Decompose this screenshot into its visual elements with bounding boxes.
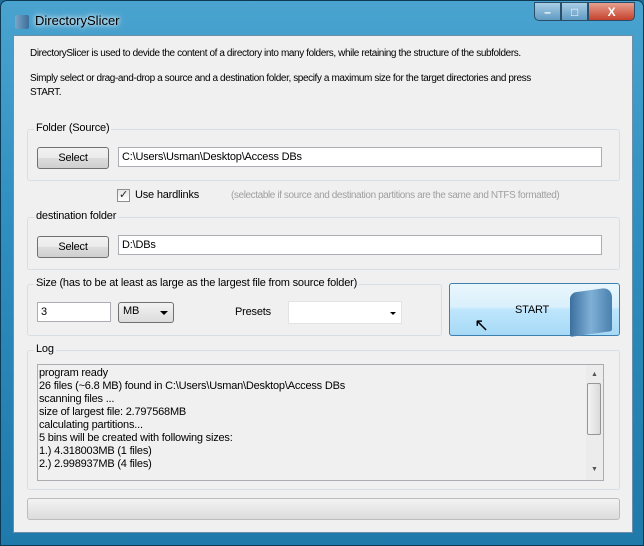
destination-group-label: destination folder: [34, 210, 119, 222]
presets-select[interactable]: [288, 301, 402, 324]
source-path-input[interactable]: C:\Users\Usman\Desktop\Access DBs: [118, 147, 602, 167]
description-line-1: DirectorySlicer is used to devide the co…: [30, 48, 521, 59]
description-line-2: Simply select or drag-and-drop a source …: [30, 73, 531, 84]
client-area: DirectorySlicer is used to devide the co…: [13, 35, 633, 533]
scroll-down-icon[interactable]: ▼: [591, 466, 598, 473]
chevron-down-icon: [390, 312, 396, 315]
destination-group: destination folder Select D:\DBs: [27, 210, 620, 270]
start-label: START: [515, 304, 550, 316]
log-line: scanning files ...: [39, 393, 115, 405]
mouse-cursor-icon: ↖: [474, 315, 489, 335]
log-line: calculating partitions...: [39, 419, 143, 431]
log-line: 26 files (~6.8 MB) found in C:\Users\Usm…: [39, 380, 345, 392]
description-line-3: START.: [30, 87, 62, 98]
unit-select[interactable]: MB: [118, 302, 174, 323]
size-group-label: Size (has to be at least as large as the…: [34, 277, 360, 289]
unit-value: MB: [123, 305, 140, 317]
hardlinks-note: (selectable if source and destination pa…: [231, 190, 560, 201]
minimize-button[interactable]: –: [534, 2, 561, 21]
start-button[interactable]: START ↖: [449, 283, 620, 337]
destination-path-input[interactable]: D:\DBs: [118, 235, 602, 255]
app-icon: [15, 15, 29, 29]
presets-label: Presets: [235, 306, 271, 318]
log-line: size of largest file: 2.797568MB: [39, 406, 187, 418]
hardlinks-label: Use hardlinks: [135, 189, 200, 201]
log-group: Log program ready 26 files (~6.8 MB) fou…: [27, 343, 620, 490]
source-group-label: Folder (Source): [34, 122, 112, 134]
log-line: 5 bins will be created with following si…: [39, 432, 233, 444]
maximize-button[interactable]: □: [561, 2, 588, 21]
close-button[interactable]: X: [588, 2, 635, 21]
log-line: program ready: [39, 367, 108, 379]
scrollbar-thumb[interactable]: [587, 383, 601, 435]
scroll-up-icon[interactable]: ▲: [591, 371, 598, 378]
log-line: 2.) 2.998937MB (4 files): [39, 458, 152, 470]
size-group: Size (has to be at least as large as the…: [27, 277, 442, 336]
progress-bar: [27, 498, 620, 520]
source-select-button[interactable]: Select: [37, 147, 109, 169]
log-lines: program ready 26 files (~6.8 MB) found i…: [38, 365, 583, 471]
destination-select-button[interactable]: Select: [37, 236, 109, 258]
size-input[interactable]: 3: [37, 302, 111, 322]
source-group: Folder (Source) Select C:\Users\Usman\De…: [27, 122, 620, 181]
app-window: DirectorySlicer – □ X DirectorySlicer is…: [0, 0, 644, 546]
window-title: DirectorySlicer: [35, 13, 120, 28]
folder-icon: [570, 287, 612, 337]
log-line: 1.) 4.318003MB (1 files): [39, 445, 152, 457]
hardlinks-checkbox[interactable]: ✓: [117, 189, 130, 202]
log-textarea[interactable]: program ready 26 files (~6.8 MB) found i…: [37, 364, 604, 481]
chevron-down-icon: [160, 311, 168, 315]
log-group-label: Log: [34, 343, 56, 355]
log-scrollbar[interactable]: ▲ ▼: [586, 365, 603, 480]
